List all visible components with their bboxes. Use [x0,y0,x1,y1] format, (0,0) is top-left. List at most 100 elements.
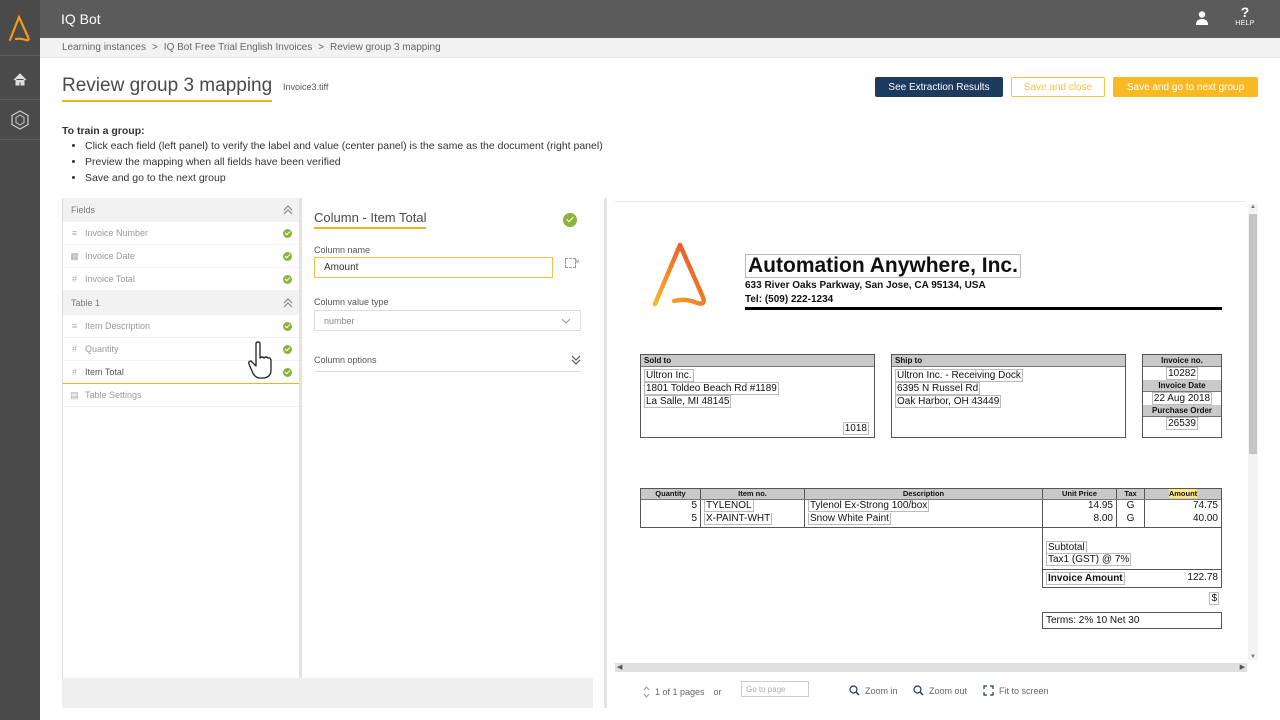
sold-to-line: La Salle, MI 48145 [644,395,732,408]
verified-check-icon [283,251,292,261]
company-address: 633 River Oaks Parkway, San Jose, CA 951… [745,280,986,291]
cell: Tylenol Ex-Strong 100/box [805,500,1043,513]
invoice-amount-row: Invoice Amount 122.78 [1042,569,1222,588]
table-settings[interactable]: ▤ Table Settings [63,384,299,407]
scroll-right-arrow-icon[interactable]: ▶ [1240,663,1245,672]
help-button[interactable]: ? HELP [1232,5,1258,27]
verified-check-icon [283,344,292,354]
collapse-chevrons-icon[interactable] [283,298,293,308]
table-section-header[interactable]: Table 1 [63,291,299,315]
collapse-chevrons-icon[interactable] [283,205,293,215]
bots-hexagon-icon[interactable] [0,100,40,140]
horizontal-scrollbar[interactable]: ◀ ▶ [615,663,1247,672]
see-extraction-results-button[interactable]: See Extraction Results [875,77,1003,97]
table-header-label: Table 1 [71,298,101,308]
header-rule [745,307,1222,310]
fit-to-screen-button[interactable]: Fit to screen [983,685,1049,696]
save-and-close-button[interactable]: Save and close [1011,77,1105,97]
field-label: Invoice Number [85,228,149,238]
ship-to-line: Ultron Inc. - Receiving Dock [895,369,1023,382]
document-canvas[interactable]: Automation Anywhere, Inc. 633 River Oaks… [615,201,1245,661]
terms: Terms: 2% 10 Net 30 [1042,612,1222,629]
document-viewer: Automation Anywhere, Inc. 633 River Oaks… [604,198,1264,708]
field-invoice-total[interactable]: # Invoice Total [63,268,299,291]
company-logo-icon [652,242,706,307]
app-title: IQ Bot [61,11,101,27]
vertical-scrollbar[interactable]: ▲ ▼ [1248,204,1258,660]
scroll-down-arrow-icon[interactable]: ▼ [1249,654,1257,660]
goto-page-field[interactable]: Go to page [741,681,809,697]
cell-text: TYLENOL [704,500,754,512]
sold-to-header: Sold to [641,355,874,367]
column-name-label: Column name [314,245,371,255]
fields-section-header[interactable]: Fields [63,198,299,222]
table-header-row: Quantity Item no. Description Unit Price… [641,489,1221,500]
invoice-no-value: 10282 [1166,367,1198,380]
column-name-value: Amount [324,262,359,273]
verified-check-icon [283,274,292,284]
text-field-icon: ≡ [71,227,78,238]
invoice-amount-label: Invoice Amount [1046,572,1125,585]
zoom-in-button[interactable]: Zoom in [849,685,898,696]
cell: 14.95 [1043,500,1117,513]
column-value-type-label: Column value type [314,297,389,307]
number-hash-icon: # [71,273,77,284]
calendar-icon: ▦ [70,250,79,261]
scroll-left-arrow-icon[interactable]: ◀ [617,663,622,672]
zoom-out-icon [913,685,924,696]
tel-value: (509) 222-1234 [764,294,834,305]
invoice-date-value: 22 Aug 2018 [1151,392,1213,405]
company-phone: Tel: (509) 222-1234 [745,294,833,305]
number-hash-icon: # [71,366,77,377]
cell: G [1117,500,1145,513]
page-indicator: 1 of 1 pages or [643,685,722,699]
subtotal-area: Subtotal Tax1 (GST) @ 7% [1042,523,1222,569]
text-field-icon: ≡ [71,320,78,331]
draw-box-icon [565,258,576,268]
zoom-out-button[interactable]: Zoom out [913,685,967,696]
goto-page-input[interactable]: Go to page [741,681,809,697]
file-name: Invoice3.tiff [283,82,329,92]
sold-to-line: 1801 Toldeo Beach Rd #1189 [644,382,779,395]
scrollbar-thumb[interactable] [1249,214,1257,454]
invoice-no-label: Invoice no. [1143,355,1221,367]
draw-button[interactable]: Draw [565,258,579,268]
field-label: Invoice Total [85,274,135,284]
ship-to-header: Ship to [892,355,1125,367]
column-options-toggle[interactable]: Column options [314,348,581,372]
cell-text: Snow White Paint [808,513,891,525]
breadcrumb-instance[interactable]: IQ Bot Free Trial English Invoices [164,42,312,53]
field-invoice-number[interactable]: ≡ Invoice Number [63,222,299,245]
cell-text: X-PAINT-WHT [704,513,773,525]
company-name: Automation Anywhere, Inc. [745,254,1021,278]
column-value-type-select[interactable]: number [314,310,581,331]
verified-check-icon [283,321,292,331]
hand-pointer-cursor-icon [248,341,272,379]
column-header: Description [805,489,1043,499]
cell: 5 [641,513,701,527]
table-row: 5 TYLENOL Tylenol Ex-Strong 100/box 14.9… [641,500,1221,513]
cell: 74.75 [1192,500,1218,511]
sold-to-code: 1018 [842,422,869,435]
column-name-input[interactable]: Amount [314,257,553,278]
fields-panel: Fields ≡ Invoice Number ▦ Invoice Date #… [62,198,302,678]
column-details-panel: Column - Item Total Column name Amount D… [305,198,593,678]
column-item-description[interactable]: ≡ Item Description [63,315,299,338]
instruction-item: Click each field (left panel) to verify … [85,140,603,153]
top-bar: IQ Bot ? HELP [40,0,1280,38]
breadcrumb-learning-instances[interactable]: Learning instances [62,42,146,53]
field-invoice-date[interactable]: ▦ Invoice Date [63,245,299,268]
sold-to-box: Sold to Ultron Inc. 1801 Toldeo Beach Rd… [640,354,875,438]
page-stepper-icon[interactable] [643,685,650,699]
automation-anywhere-logo-icon[interactable] [0,0,40,56]
purchase-order-value: 26539 [1166,417,1198,430]
viewer-toolbar: 1 of 1 pages or Go to page Zoom in Zoom … [615,676,1255,706]
scroll-up-arrow-icon[interactable]: ▲ [1249,204,1257,210]
save-and-next-group-button[interactable]: Save and go to next group [1113,77,1258,97]
field-label: Table Settings [85,390,142,400]
purchase-order-label: Purchase Order [1143,405,1221,417]
home-icon[interactable] [0,60,40,100]
user-icon[interactable] [1195,10,1209,26]
cell: 5 [641,500,701,513]
breadcrumb: Learning instances > IQ Bot Free Trial Eng… [62,42,441,53]
